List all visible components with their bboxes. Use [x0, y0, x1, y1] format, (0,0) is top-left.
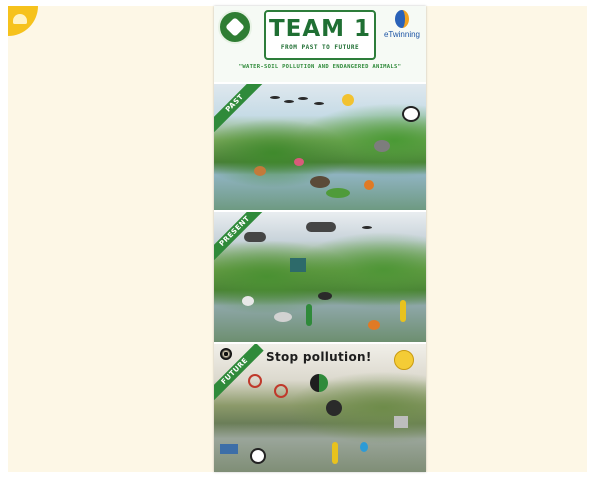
badge-glyph-icon: [13, 14, 27, 24]
bird-icon: [314, 102, 324, 105]
trash-icon: [242, 296, 254, 306]
etwinning-logo: eTwinning: [382, 10, 422, 46]
no-oil-sign-icon: [274, 384, 288, 398]
grass-icon: [326, 188, 350, 198]
oil-drum-icon: [318, 292, 332, 300]
factory-icon: [290, 258, 306, 272]
future-scene: FUTURE Stop pollution!: [214, 344, 426, 472]
bottle-icon: [368, 320, 380, 330]
radiation-icon: [220, 348, 232, 360]
turtle-icon: [310, 176, 330, 188]
smog-cloud-icon: [244, 232, 266, 242]
tiger-icon: [364, 180, 374, 190]
recycle-arrow-icon: [326, 400, 342, 416]
snake-icon: [332, 442, 338, 464]
bird-icon: [284, 100, 294, 103]
elephant-icon: [374, 140, 390, 152]
past-scene: PAST: [214, 84, 426, 210]
bird-icon: [362, 226, 372, 229]
fox-icon: [254, 166, 266, 176]
poster-subtitle: "WATER-SOIL POLLUTION AND ENDANGERED ANI…: [238, 64, 402, 70]
poster-header: TEAM 1 FROM PAST TO FUTURE eTwinning "WA…: [214, 6, 426, 82]
flamingo-icon: [294, 158, 304, 166]
title-box: TEAM 1 FROM PAST TO FUTURE: [264, 10, 376, 60]
team-poster-image: TEAM 1 FROM PAST TO FUTURE eTwinning "WA…: [214, 6, 426, 472]
bird-icon: [298, 97, 308, 100]
bird-icon: [270, 96, 280, 99]
panda-icon: [402, 106, 420, 122]
poster-title-sub: FROM PAST TO FUTURE: [280, 44, 360, 51]
page-canvas: TEAM 1 FROM PAST TO FUTURE eTwinning "WA…: [8, 6, 587, 472]
globe-icon: [310, 374, 328, 392]
wave-icon: [220, 444, 238, 454]
panda-icon: [250, 448, 266, 464]
stop-pollution-slogan: Stop pollution!: [266, 350, 372, 364]
sun-icon: [342, 94, 354, 106]
snake-icon: [400, 300, 406, 322]
corner-badge-icon[interactable]: [8, 6, 38, 36]
water-drop-icon: [360, 442, 368, 452]
smiling-sun-icon: [394, 350, 414, 370]
snake-icon: [306, 304, 312, 326]
present-scene: PRESENT: [214, 212, 426, 342]
poster-title: TEAM 1: [268, 16, 372, 42]
no-pollution-sign-icon: [248, 374, 262, 388]
green-heart-logo-icon: [218, 10, 252, 44]
heart-icon: [225, 17, 245, 37]
solar-panel-icon: [394, 416, 408, 428]
smog-cloud-icon: [306, 222, 336, 232]
section-ribbon-past: PAST: [214, 84, 264, 133]
etwinning-label: eTwinning: [383, 30, 421, 39]
etwinning-figure-icon: [395, 10, 409, 28]
plastic-waste-icon: [274, 312, 292, 322]
